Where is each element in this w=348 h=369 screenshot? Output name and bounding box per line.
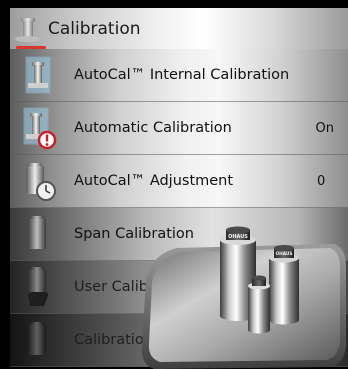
- weight-icon: [10, 49, 74, 102]
- menu-item-label: AutoCal™ Internal Calibration: [74, 67, 290, 83]
- menu-item-autocal-adjustment[interactable]: AutoCal™ Adjustment 0: [10, 155, 348, 208]
- menu-item-value: 0: [317, 173, 326, 189]
- calibration-screen: Calibration AutoCal™ Internal Calibratio…: [0, 0, 348, 369]
- calibration-header: Calibration: [10, 8, 348, 49]
- menu-item-label: Automatic Calibration: [74, 120, 232, 136]
- brand-label: OHAUS: [228, 234, 248, 240]
- weight-icon: [10, 314, 74, 367]
- weight-alert-icon: [10, 102, 74, 155]
- weight-hand-icon: [10, 261, 74, 314]
- calibration-weights-photo: OHAUS OHAUS: [140, 226, 348, 369]
- menu-item-value: On: [315, 120, 334, 136]
- page-title: Calibration: [48, 18, 141, 39]
- weight-icon: [10, 8, 48, 49]
- weight-icon: [10, 208, 74, 261]
- menu-item-autocal-internal[interactable]: AutoCal™ Internal Calibration: [10, 49, 348, 102]
- menu-item-automatic-calibration[interactable]: Automatic Calibration On: [10, 102, 348, 155]
- brand-label: OHAUS: [275, 251, 292, 257]
- menu-item-label: AutoCal™ Adjustment: [74, 173, 234, 189]
- weight-gauge-icon: [10, 155, 74, 208]
